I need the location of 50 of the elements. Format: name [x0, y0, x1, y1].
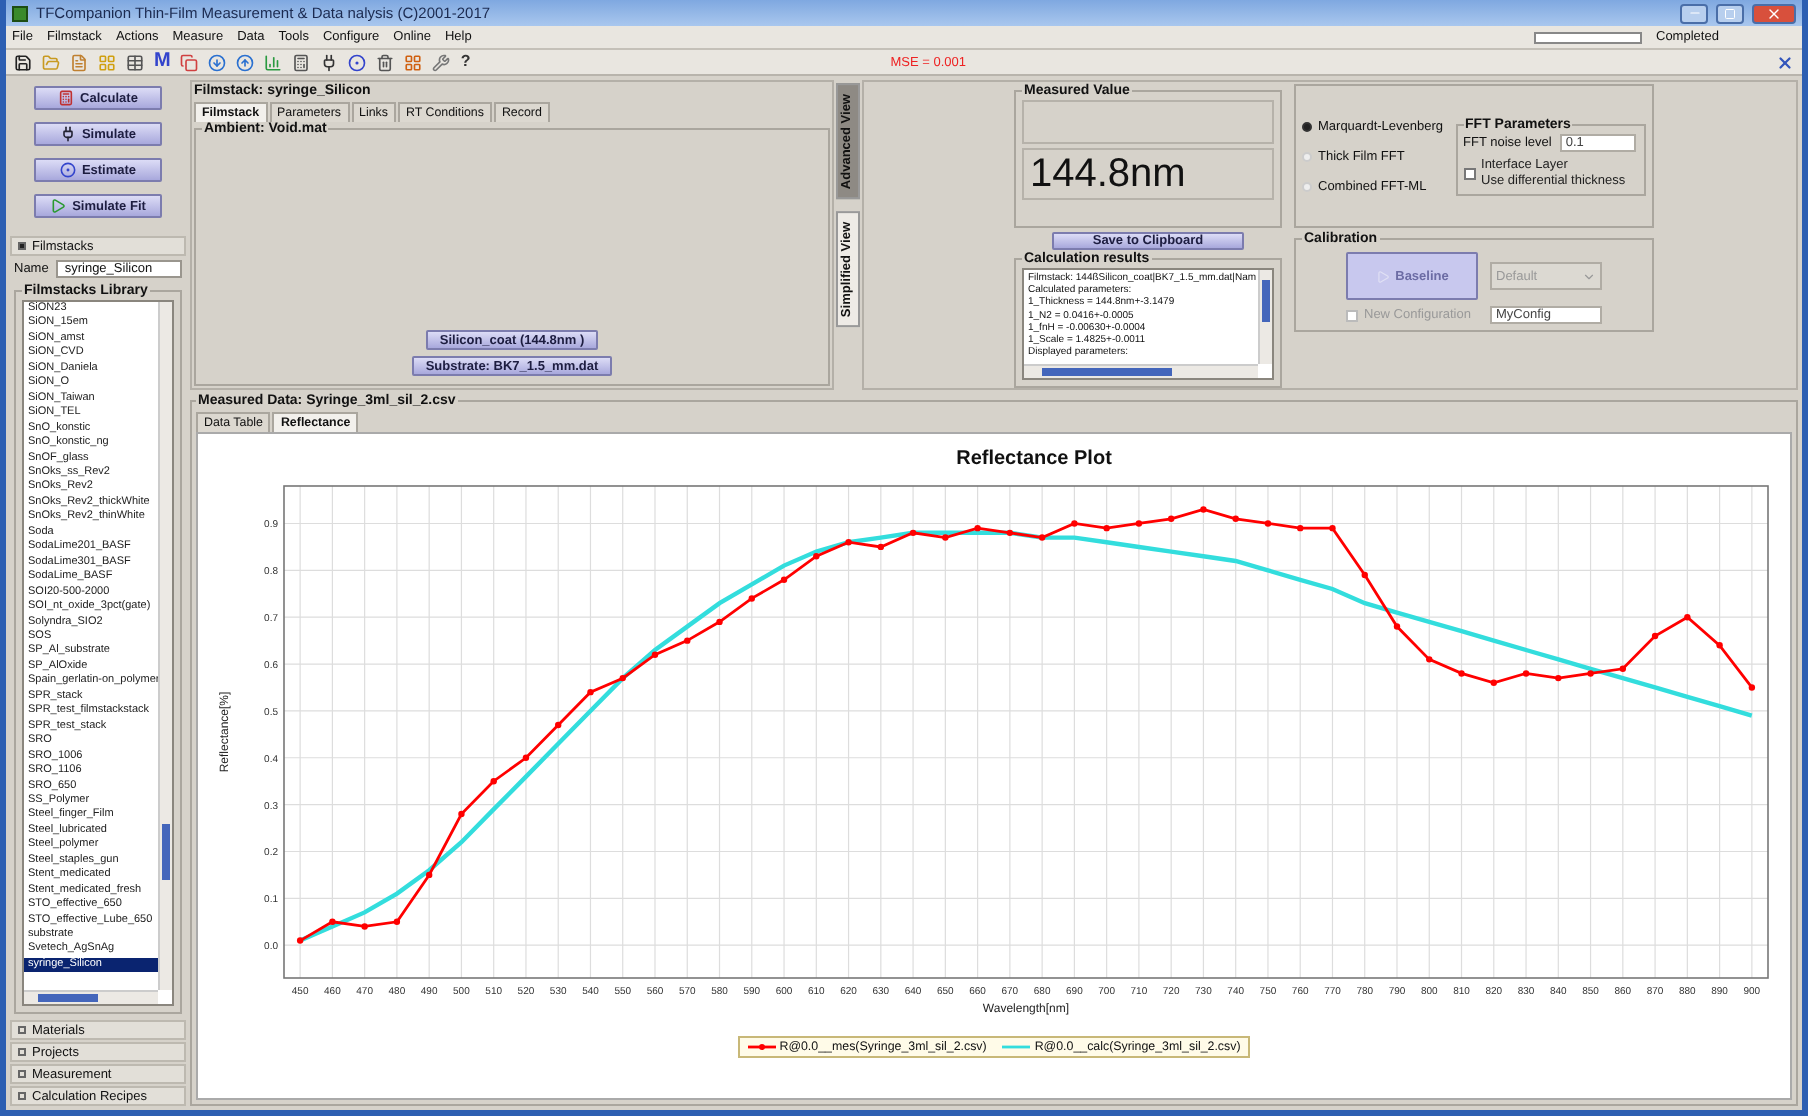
point: [587, 688, 594, 696]
point: [1167, 515, 1175, 522]
point: [974, 524, 981, 532]
point: [909, 529, 917, 537]
point: [1490, 679, 1497, 686]
point: [296, 937, 304, 944]
help-button[interactable]: ?: [460, 54, 471, 70]
point: [1651, 632, 1659, 640]
point: [458, 810, 465, 818]
point: [684, 637, 691, 644]
point: [1200, 506, 1207, 513]
point: [329, 918, 336, 925]
point: [1393, 623, 1401, 630]
point: [393, 918, 401, 925]
point: [877, 543, 885, 551]
point: [651, 651, 659, 658]
point: [1361, 571, 1368, 579]
point: [425, 871, 433, 879]
point: [1426, 656, 1433, 663]
point: [1232, 515, 1239, 522]
toolbar-button[interactable]: M: [154, 52, 171, 72]
point: [522, 754, 530, 761]
point: [555, 721, 562, 729]
point: [942, 534, 949, 541]
point: [813, 553, 820, 560]
point: [1587, 670, 1594, 677]
point: [1329, 524, 1336, 532]
measured-value: 144.8nm: [1022, 148, 1274, 200]
point: [1103, 524, 1110, 532]
point: [490, 778, 497, 785]
point: [1716, 642, 1723, 649]
point: [361, 923, 368, 930]
point: [780, 576, 788, 583]
point: [1297, 524, 1304, 532]
point: [1458, 670, 1465, 677]
point: [1071, 520, 1078, 527]
chart-title: Reflectance Plot: [956, 448, 1112, 470]
point: [1038, 534, 1046, 541]
point: [1135, 520, 1143, 527]
point: [1522, 670, 1530, 677]
point: [1555, 674, 1562, 682]
point: [1619, 665, 1627, 672]
point: [1684, 614, 1691, 621]
point: [619, 674, 626, 682]
point: [748, 595, 755, 602]
point: [1748, 684, 1756, 691]
point: [716, 618, 723, 626]
point: [1264, 520, 1272, 527]
point: [1006, 529, 1014, 537]
point: [845, 539, 852, 546]
